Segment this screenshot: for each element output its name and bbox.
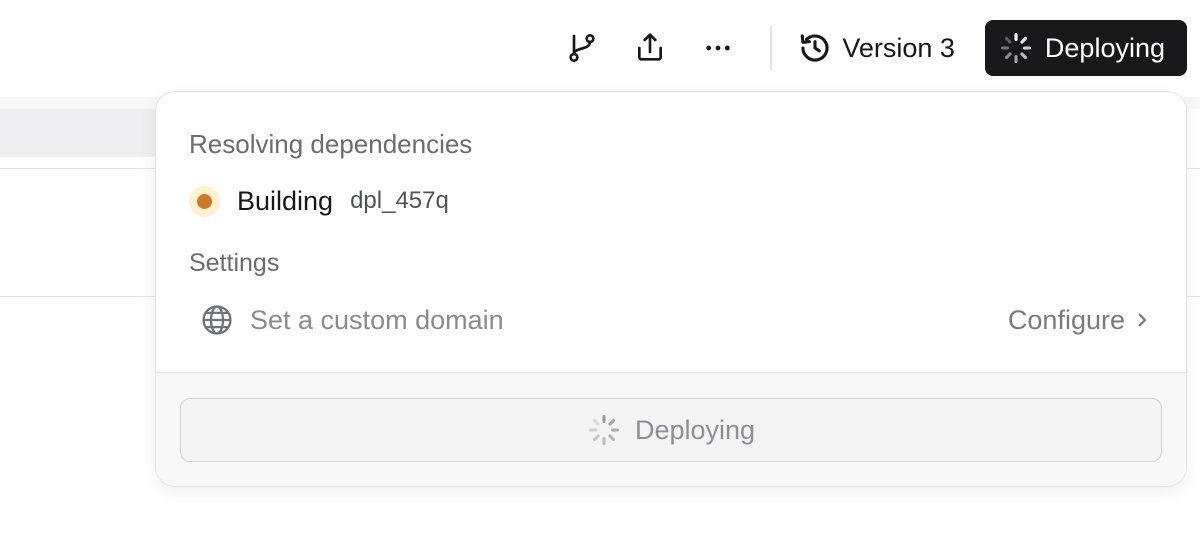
footer-button-label: Deploying	[634, 414, 756, 445]
custom-domain-row[interactable]: Set a custom domain Configure	[189, 302, 1153, 338]
settings-heading: Settings	[189, 249, 280, 277]
configure-label: Configure	[1007, 304, 1125, 335]
deploy-status-popover: Resolving dependencies Building dpl_457q…	[155, 91, 1187, 487]
globe-icon	[200, 303, 234, 337]
branch-button[interactable]	[558, 24, 606, 72]
spinner-icon	[999, 31, 1033, 65]
build-status-label: Building	[237, 185, 334, 216]
build-status-row: Building dpl_457q	[189, 185, 1153, 217]
version-label: Version 3	[842, 32, 955, 63]
deploy-status-text: Resolving dependencies	[189, 129, 473, 159]
popover-body: Resolving dependencies Building dpl_457q…	[156, 92, 1186, 372]
git-branch-icon	[566, 32, 598, 64]
header-toolbar: Version 3 Deploying	[558, 20, 1187, 76]
background-row	[0, 109, 160, 157]
build-status-indicator	[189, 185, 220, 217]
chevron-right-icon	[1133, 311, 1151, 329]
history-icon	[798, 31, 832, 65]
deploying-button-disabled[interactable]: Deploying	[180, 398, 1162, 462]
deploy-button-label: Deploying	[1044, 32, 1165, 63]
more-options-button[interactable]	[694, 24, 742, 72]
more-icon	[702, 32, 734, 64]
custom-domain-info: Set a custom domain	[200, 303, 504, 337]
custom-domain-text: Set a custom domain	[250, 304, 504, 335]
deployment-id: dpl_457q	[350, 187, 449, 214]
share-icon	[634, 32, 666, 64]
app-page: Version 3 Deploying Resolving dependenci…	[0, 0, 1200, 534]
version-history-button[interactable]: Version 3	[798, 24, 955, 72]
toolbar-divider	[770, 26, 773, 70]
deploy-button[interactable]: Deploying	[984, 20, 1187, 76]
status-dot	[197, 193, 212, 209]
spinner-icon	[587, 413, 621, 447]
share-button[interactable]	[626, 24, 674, 72]
configure-domain-link[interactable]: Configure	[1008, 305, 1151, 336]
popover-footer: Deploying	[156, 372, 1186, 486]
